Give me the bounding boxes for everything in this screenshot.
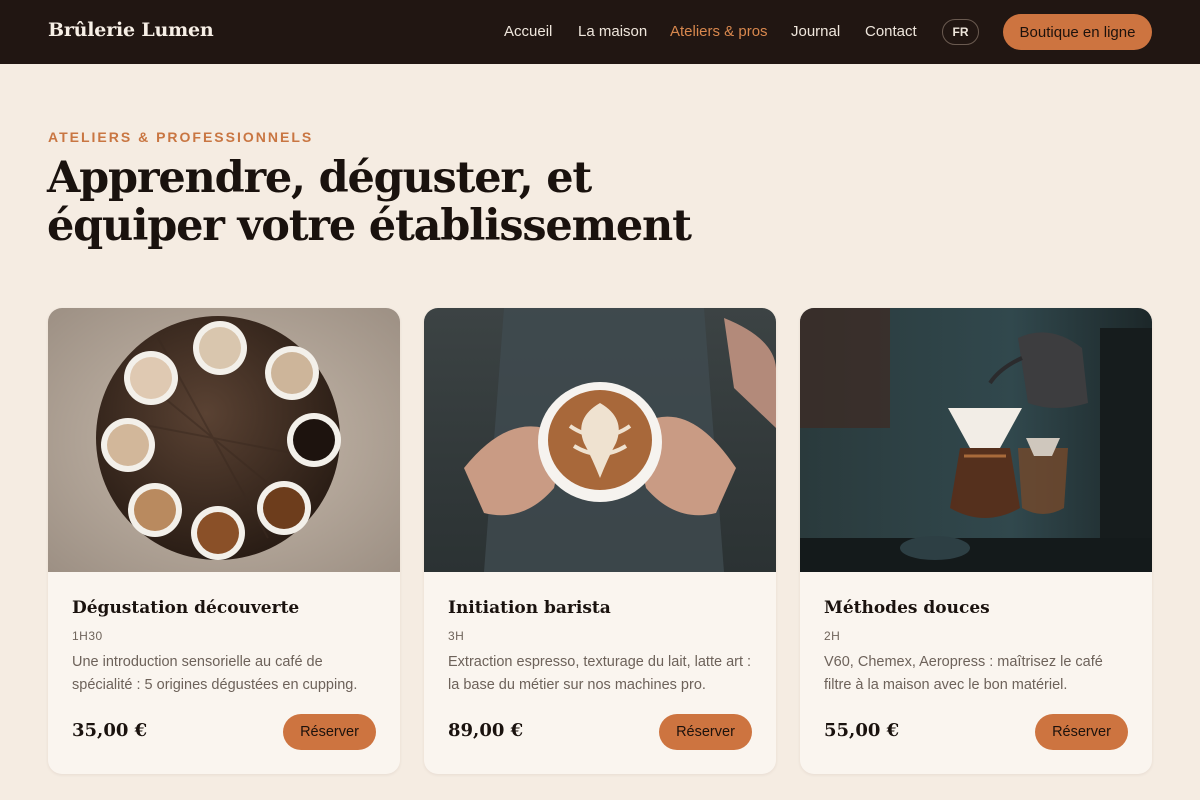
top-navigation-bar: Brûlerie Lumen Accueil La maison Atelier… [0,0,1200,64]
card-duration: 3H [448,629,465,643]
page-title-line-2: équiper votre établissement [47,201,692,251]
card-price: 89,00 € [448,720,524,741]
latte-art-hands-photo [424,308,776,572]
nav-link-journal[interactable]: Journal [791,23,840,40]
card-description: Une introduction sensorielle au café de … [72,654,358,693]
card-price: 35,00 € [72,720,148,741]
nav-link-la-maison[interactable]: La maison [578,23,647,40]
nav-link-accueil[interactable]: Accueil [504,23,552,40]
card-duration: 2H [824,629,841,643]
card-duration: 1H30 [72,629,103,643]
workshop-card-barista: Initiation barista 3H Extraction espress… [424,308,776,774]
coffee-cups-tasting-photo [48,308,400,572]
page-title-line-1: Apprendre, déguster, et [47,153,592,203]
pour-over-brewing-photo [800,308,1152,572]
page-title: Apprendre, déguster, et équiper votre ét… [47,154,807,250]
nav-link-contact[interactable]: Contact [865,23,917,40]
card-price: 55,00 € [824,720,900,741]
nav-link-ateliers-pros[interactable]: Ateliers & pros [670,23,768,40]
card-title: Initiation barista [448,598,611,618]
reserve-button[interactable]: Réserver [1035,714,1128,750]
language-switcher[interactable]: FR [942,19,979,45]
card-description: Extraction espresso, texturage du lait, … [448,654,752,693]
reserve-button[interactable]: Réserver [659,714,752,750]
online-shop-button[interactable]: Boutique en ligne [1003,14,1152,50]
workshop-card-methodes-douces: Méthodes douces 2H V60, Chemex, Aeropres… [800,308,1152,774]
card-title: Dégustation découverte [72,598,300,618]
card-description: V60, Chemex, Aeropress : maîtrisez le ca… [824,654,1103,693]
card-title: Méthodes douces [824,598,990,618]
workshop-card-degustation: Dégustation découverte 1H30 Une introduc… [48,308,400,774]
section-eyebrow: ATELIERS & PROFESSIONNELS [48,129,314,145]
reserve-button[interactable]: Réserver [283,714,376,750]
